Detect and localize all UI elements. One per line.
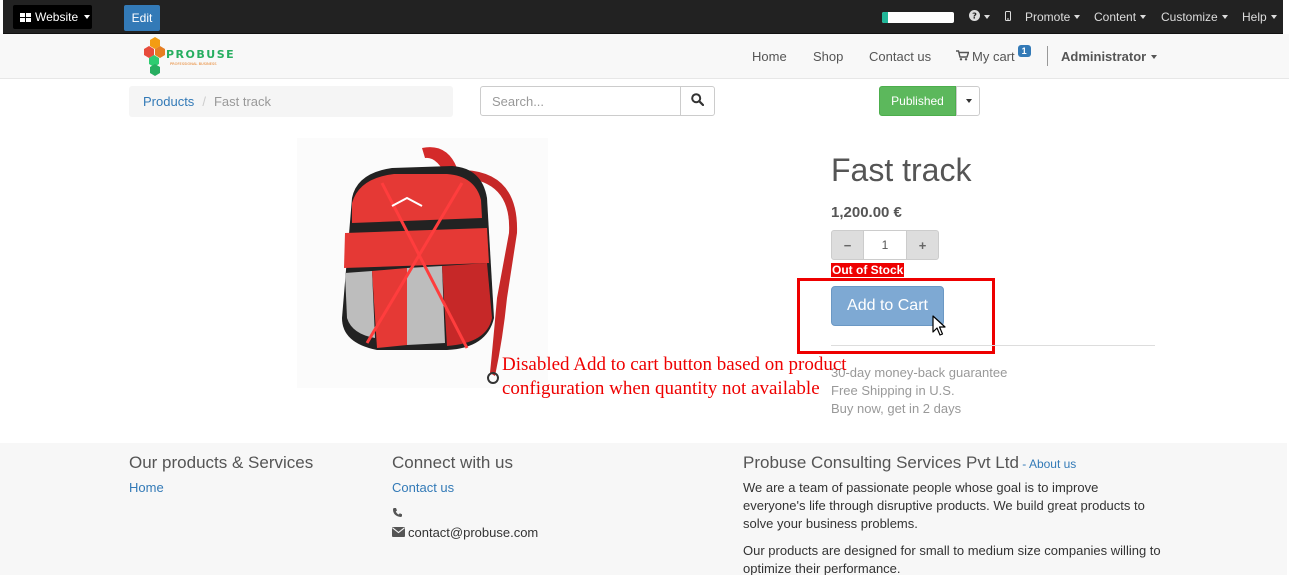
topbar-right-edge: [1283, 0, 1289, 34]
nav-home[interactable]: Home: [752, 34, 787, 79]
promote-menu[interactable]: Promote: [1025, 0, 1081, 34]
website-menu-label: Website: [35, 10, 79, 24]
svg-text:PROBUSE: PROBUSE: [166, 48, 233, 61]
content-menu[interactable]: Content: [1094, 0, 1147, 34]
search-input[interactable]: [480, 86, 681, 116]
footer-company-title: Probuse Consulting Services Pvt Ltd - Ab…: [743, 453, 1076, 473]
nav-shop[interactable]: Shop: [813, 34, 843, 79]
footer-about-link[interactable]: About us: [1029, 457, 1076, 471]
guarantee-delivery: Buy now, get in 2 days: [831, 401, 962, 416]
minus-icon: −: [843, 237, 852, 253]
mobile-preview-toggle[interactable]: [1005, 0, 1011, 34]
help-menu-label: Help: [1242, 10, 1267, 24]
user-menu[interactable]: Administrator: [1061, 34, 1158, 79]
nav-my-cart[interactable]: My cart 1: [956, 34, 1031, 79]
customize-menu[interactable]: Customize: [1161, 0, 1228, 34]
phone-icon: [392, 505, 403, 523]
help-menu-toggle[interactable]: ?: [969, 0, 990, 34]
breadcrumb-separator: /: [202, 94, 206, 109]
progress-bar: [882, 12, 954, 23]
nav-contact[interactable]: Contact us: [869, 34, 931, 79]
published-toggle-button[interactable]: Published: [879, 86, 956, 116]
product-title: Fast track: [831, 152, 972, 188]
nav-divider: [1047, 46, 1048, 66]
apps-grid-icon: [20, 12, 31, 22]
backpack-image: [342, 147, 518, 384]
edit-button[interactable]: Edit: [124, 5, 160, 31]
quantity-input[interactable]: [864, 230, 906, 260]
question-circle-icon: ?: [969, 10, 980, 24]
footer-about-paragraph-2: Our products are designed for small to m…: [743, 543, 1161, 575]
quantity-decrease-button[interactable]: −: [831, 230, 864, 260]
progress-fill: [882, 12, 888, 23]
help-menu[interactable]: Help: [1242, 0, 1277, 34]
mobile-icon: [1005, 10, 1011, 24]
content-menu-label: Content: [1094, 10, 1137, 24]
footer-email[interactable]: contact@probuse.com: [392, 524, 538, 542]
caret-down-icon: [84, 15, 91, 19]
footer-products-title: Our products & Services: [129, 453, 314, 472]
caret-down-icon: [966, 99, 972, 103]
promote-menu-label: Promote: [1025, 10, 1071, 24]
plus-icon: +: [918, 237, 927, 253]
breadcrumb-products-link[interactable]: Products: [143, 94, 194, 109]
cart-count-badge: 1: [1017, 44, 1031, 57]
product-divider: [831, 345, 1155, 346]
search-button[interactable]: [680, 86, 715, 116]
caret-down-icon: [1151, 54, 1158, 59]
product-image: [297, 138, 548, 388]
company-name: Probuse Consulting Services Pvt Ltd: [743, 453, 1019, 472]
svg-text:?: ?: [972, 11, 977, 21]
page-footer: Our products & Services Home Connect wit…: [0, 443, 1287, 575]
breadcrumb: Products / Fast track: [129, 86, 453, 117]
footer-email-text: contact@probuse.com: [408, 525, 539, 540]
user-name: Administrator: [1061, 49, 1147, 64]
caret-down-icon: [1074, 15, 1081, 19]
admin-topbar: Website Edit ? Promote Content Customize…: [0, 0, 1289, 34]
envelope-icon: [392, 524, 405, 542]
out-of-stock-badge: Out of Stock: [831, 263, 905, 277]
footer-home-link[interactable]: Home: [129, 480, 164, 495]
cart-label: My cart: [972, 49, 1015, 64]
main-navbar: PROBUSE PROFESSIONAL BUSINESS Home Shop …: [0, 34, 1289, 79]
footer-contact-link[interactable]: Contact us: [392, 480, 454, 495]
annotation-text: Disabled Add to cart button based on pro…: [502, 354, 847, 399]
shopping-cart-icon: [956, 49, 970, 64]
company-logo[interactable]: PROBUSE PROFESSIONAL BUSINESS: [143, 34, 234, 79]
breadcrumb-current: Fast track: [213, 94, 272, 109]
highlight-annotation-box: [797, 278, 995, 354]
caret-down-icon: [1221, 15, 1228, 19]
quantity-increase-button[interactable]: +: [906, 230, 939, 260]
caret-down-icon: [1270, 15, 1277, 19]
topbar-left-edge: [0, 0, 3, 34]
customize-menu-label: Customize: [1161, 10, 1218, 24]
product-price: 1,200.00 €: [831, 204, 902, 221]
website-menu-button[interactable]: Website: [13, 5, 92, 29]
published-dropdown-button[interactable]: [956, 86, 980, 116]
caret-down-icon: [984, 15, 990, 19]
mouse-cursor-icon: [932, 315, 946, 337]
svg-text:PROFESSIONAL BUSINESS: PROFESSIONAL BUSINESS: [170, 62, 217, 66]
footer-connect-title: Connect with us: [392, 453, 513, 472]
search-icon: [691, 93, 705, 109]
footer-about-paragraph-1: We are a team of passionate people whose…: [743, 480, 1145, 531]
caret-down-icon: [1140, 15, 1147, 19]
about-separator: -: [1018, 457, 1029, 471]
